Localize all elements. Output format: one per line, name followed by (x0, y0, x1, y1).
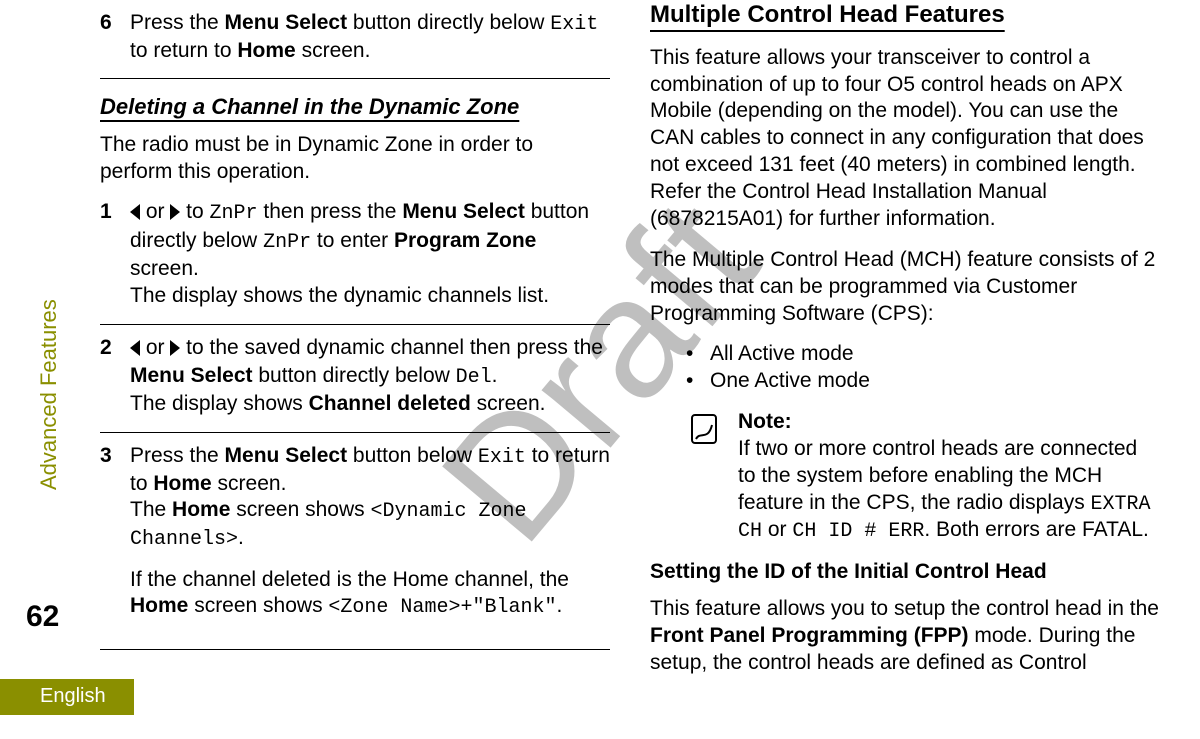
step-body: Press the Menu Select button below Exit … (130, 443, 610, 635)
code: ZnPr (263, 231, 311, 254)
divider (100, 649, 610, 650)
text: to return to (130, 39, 237, 62)
text: . (556, 594, 562, 617)
step-6: 6 Press the Menu Select button directly … (100, 10, 610, 64)
text: If two or more control heads are connect… (738, 437, 1137, 514)
right-arrow-icon (170, 337, 180, 364)
text: Press the (130, 11, 225, 34)
step-number: 2 (100, 335, 130, 418)
text: . (238, 526, 244, 549)
step-number: 1 (100, 199, 130, 309)
sidebar: Advanced Features (36, 160, 70, 580)
note-body: Note: If two or more control heads are c… (738, 409, 1160, 545)
text: screen. (212, 472, 287, 495)
bold: Channel deleted (309, 392, 471, 415)
content-columns: 6 Press the Menu Select button directly … (100, 0, 1180, 691)
bullet-dot: • (686, 341, 710, 368)
bold: Menu Select (225, 444, 348, 467)
text: The display shows the dynamic channels l… (130, 284, 549, 307)
text: Press the (130, 444, 225, 467)
bold: Front Panel Programming (FPP) (650, 624, 969, 647)
code: Del (456, 366, 492, 389)
left-arrow-icon (130, 201, 140, 228)
bold: Program Zone (394, 229, 536, 252)
text: screen shows (230, 498, 370, 521)
text: screen shows (188, 594, 328, 617)
step-1: 1 or to ZnPr then press the Menu Select … (100, 199, 610, 309)
text: . (492, 364, 498, 387)
list-item: •All Active mode (686, 341, 1160, 368)
note-icon (686, 409, 726, 545)
text: screen. (296, 39, 371, 62)
step-3: 3 Press the Menu Select button below Exi… (100, 443, 610, 635)
bold: Home (130, 594, 188, 617)
text: or (140, 200, 170, 223)
paragraph: This feature allows your transceiver to … (650, 45, 1160, 233)
bullet-dot: • (686, 368, 710, 395)
text: This feature allows you to setup the con… (650, 597, 1159, 620)
paragraph: This feature allows you to setup the con… (650, 596, 1160, 677)
text: or (140, 336, 170, 359)
text: to (180, 200, 209, 223)
bold: Home (172, 498, 230, 521)
bold: Home (153, 472, 211, 495)
text: The display shows (130, 392, 309, 415)
text: All Active mode (710, 341, 854, 368)
step-number: 3 (100, 443, 130, 635)
step-2: 2 or to the saved dynamic channel then p… (100, 335, 610, 418)
code: Exit (550, 13, 598, 36)
text: to enter (311, 229, 394, 252)
step-number: 6 (100, 10, 130, 64)
sidebar-label: Advanced Features (36, 299, 62, 490)
text: button below (347, 444, 478, 467)
bold: Menu Select (130, 364, 253, 387)
text: One Active mode (710, 368, 870, 395)
sub-heading-2: Setting the ID of the Initial Control He… (650, 559, 1160, 586)
text: button directly below (347, 11, 550, 34)
divider (100, 432, 610, 433)
text: then press the (258, 200, 403, 223)
text: to the saved dynamic channel then press … (180, 336, 603, 359)
text: screen. (471, 392, 546, 415)
left-arrow-icon (130, 337, 140, 364)
paragraph: If the channel deleted is the Home chann… (130, 567, 610, 621)
note-block: Note: If two or more control heads are c… (686, 409, 1160, 545)
right-column: Multiple Control Head Features This feat… (650, 0, 1160, 691)
text: . Both errors are FATAL. (924, 518, 1148, 541)
code: Exit (478, 446, 526, 469)
text: button directly below (253, 364, 456, 387)
divider (100, 78, 610, 79)
bold: Menu Select (225, 11, 348, 34)
intro-paragraph: The radio must be in Dynamic Zone in ord… (100, 132, 610, 186)
bold: Home (237, 39, 295, 62)
step-body: Press the Menu Select button directly be… (130, 10, 610, 64)
step-body: or to ZnPr then press the Menu Select bu… (130, 199, 610, 309)
section-heading: Multiple Control Head Features (650, 0, 1160, 31)
sub-heading: Deleting a Channel in the Dynamic Zone (100, 93, 610, 121)
right-arrow-icon (170, 201, 180, 228)
text: screen. (130, 257, 199, 280)
text: If the channel deleted is the Home chann… (130, 568, 569, 591)
code: ZnPr (210, 202, 258, 225)
bold: Menu Select (402, 200, 525, 223)
left-column: 6 Press the Menu Select button directly … (100, 0, 610, 691)
step-body: or to the saved dynamic channel then pre… (130, 335, 610, 418)
text: or (762, 518, 792, 541)
list-item: •One Active mode (686, 368, 1160, 395)
code: <Zone Name>+"Blank" (328, 596, 556, 619)
note-title: Note: (738, 409, 1160, 436)
code: CH ID # ERR (792, 520, 924, 543)
text: The (130, 498, 172, 521)
page-number: 62 (26, 600, 59, 634)
paragraph: The Multiple Control Head (MCH) feature … (650, 247, 1160, 328)
divider (100, 324, 610, 325)
bullet-list: •All Active mode •One Active mode (686, 341, 1160, 395)
